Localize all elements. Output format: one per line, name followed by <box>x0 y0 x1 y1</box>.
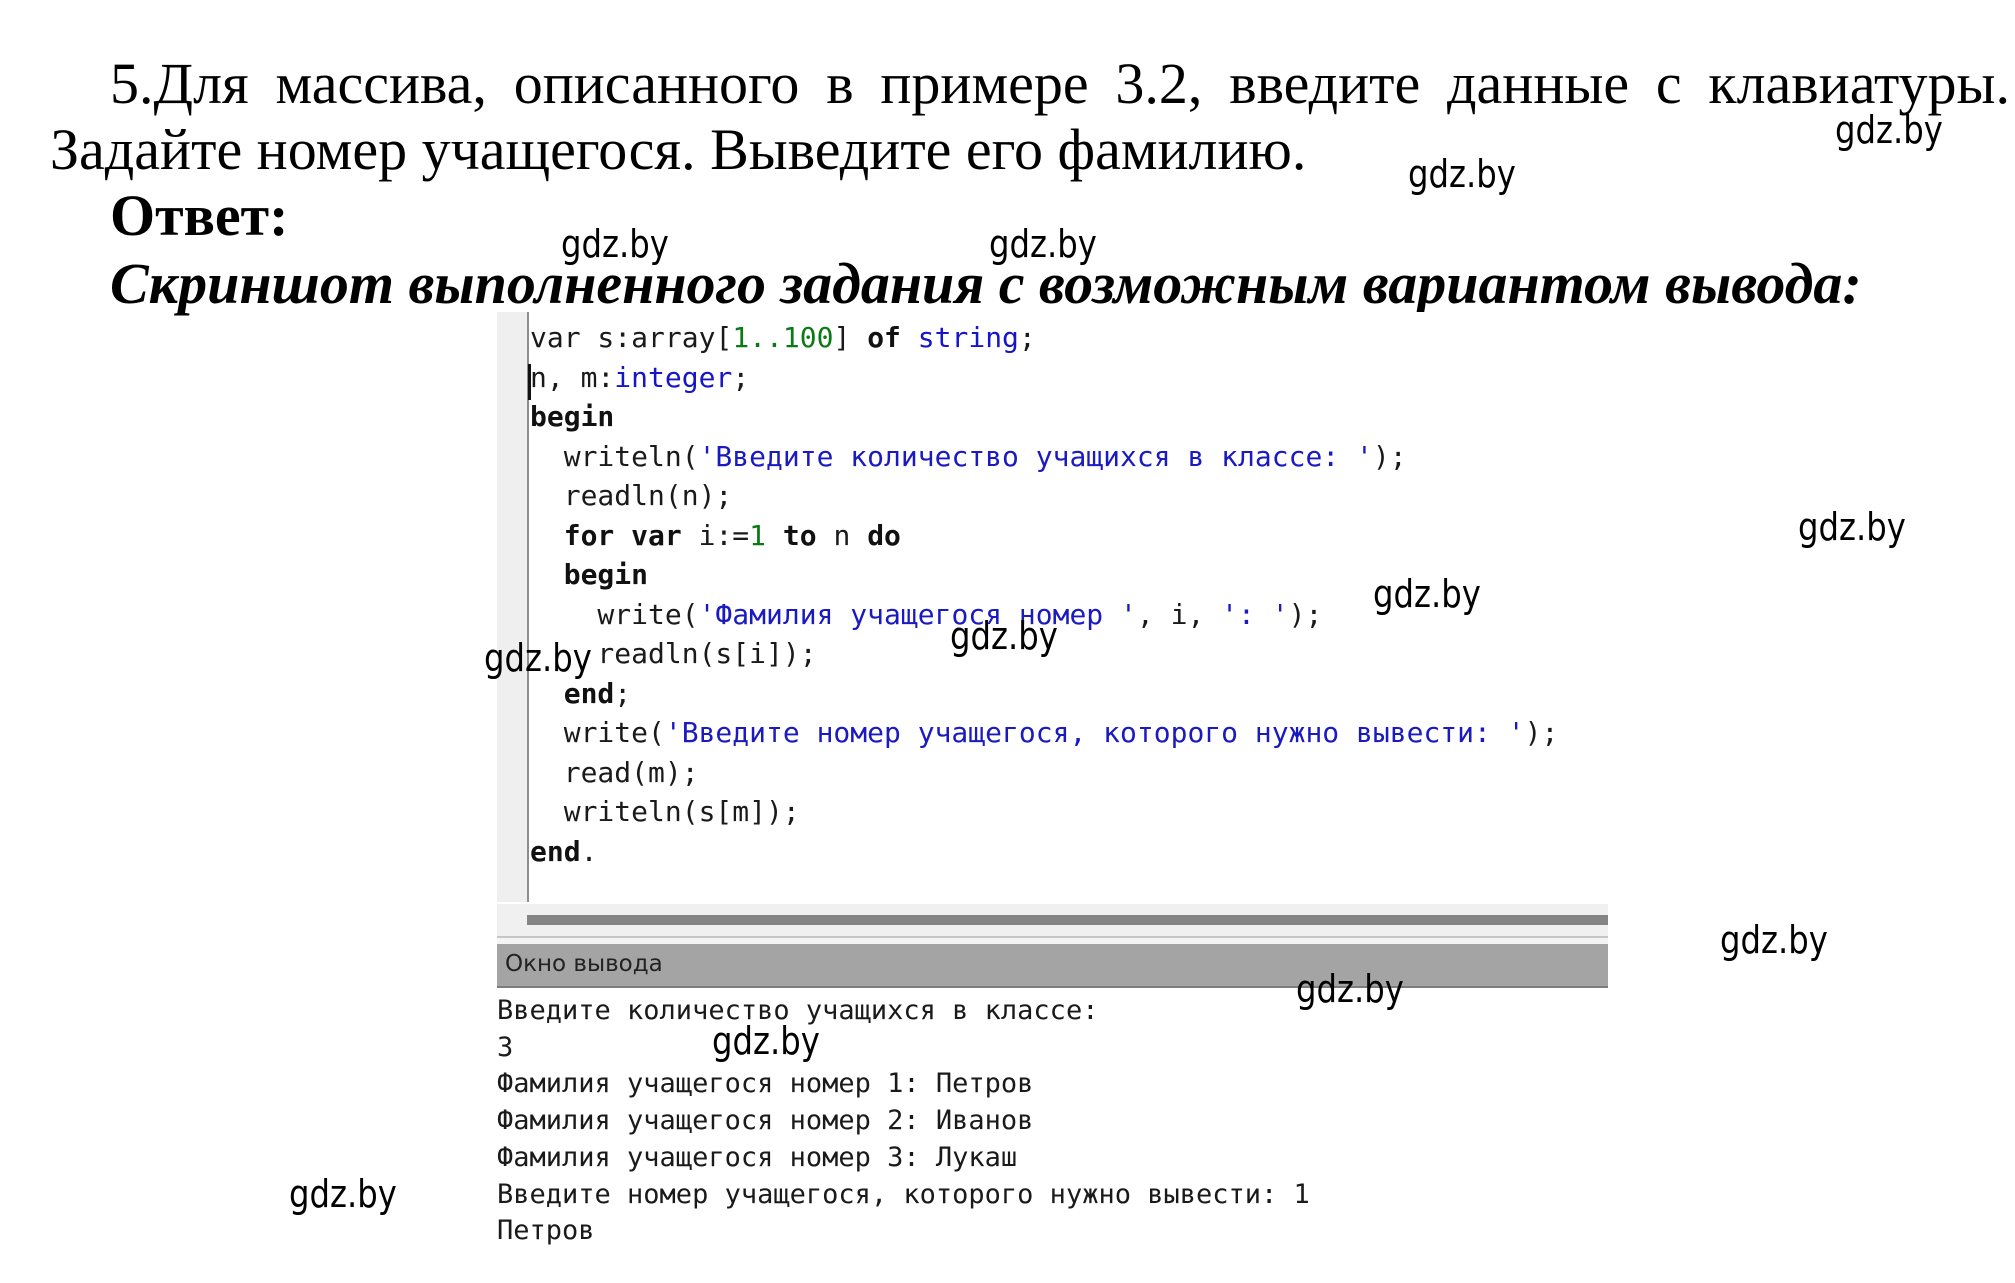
output-line: Фамилия учащегося номер 1: Петров <box>497 1068 1034 1100</box>
task-text-line-1: 5.Для массива, описанного в примере 3.2,… <box>110 51 2010 116</box>
code-token-kw: end <box>530 834 581 868</box>
code-token-plain: read(m); <box>530 755 699 789</box>
output-line: Петров <box>497 1215 595 1247</box>
code-token-plain: n, m: <box>530 360 615 394</box>
watermark: gdz.by <box>484 636 592 680</box>
code-line[interactable]: readln(n); <box>530 476 1558 516</box>
code-line[interactable]: writeln('Введите количество учащихся в к… <box>530 437 1558 477</box>
code-token-kw: to <box>782 518 817 552</box>
output-window-title: Окно вывода <box>505 951 663 977</box>
watermark: gdz.by <box>989 222 1097 266</box>
watermark: gdz.by <box>1296 967 1404 1011</box>
code-line[interactable]: writeln(s[m]); <box>530 792 1558 832</box>
watermark: gdz.by <box>1798 505 1906 549</box>
code-token-plain: writeln( <box>530 439 699 473</box>
output-line: Введите номер учащегося, которого нужно … <box>497 1178 1310 1210</box>
watermark: gdz.by <box>289 1172 397 1216</box>
code-token-num: 1 <box>749 518 767 552</box>
watermark: gdz.by <box>950 614 1058 658</box>
code-token-plain: i:= <box>681 518 750 552</box>
code-line[interactable]: begin <box>530 397 1558 437</box>
output-line: Фамилия учащегося номер 3: Лукаш <box>497 1141 1018 1173</box>
screenshot-caption: Скриншот выполненного задания с возможны… <box>110 251 1862 316</box>
code-token-plain: write( <box>530 597 699 631</box>
code-token-plain: array <box>631 321 716 354</box>
watermark: gdz.by <box>1373 572 1481 616</box>
answer-label: Ответ: <box>110 183 289 248</box>
output-window-content: Введите количество учащихся в классе: 3 Фа… <box>497 993 1310 1250</box>
code-token-plain: ] <box>833 321 868 354</box>
watermark: gdz.by <box>712 1019 820 1063</box>
code-token-kw: end <box>563 676 615 710</box>
code-line[interactable]: read(m); <box>530 753 1558 793</box>
code-token-kw: of <box>867 321 901 354</box>
code-token-plain: ); <box>1288 597 1323 631</box>
code-token-plain: ; <box>732 360 750 394</box>
task-text-line-2: Задайте номер учащегося. Выведите его фа… <box>50 117 1307 182</box>
code-line[interactable]: end; <box>530 674 1558 714</box>
code-token-kw: for <box>563 518 615 552</box>
output-line: 3 <box>497 1031 514 1063</box>
code-token-plain: ; <box>614 676 632 710</box>
code-token-kw: begin <box>530 400 615 433</box>
code-token-plain: var <box>530 321 581 354</box>
code-token-plain: writeln(s[m]); <box>530 795 800 828</box>
code-token-plain: s: <box>580 321 632 354</box>
code-token-plain: [ <box>715 321 733 354</box>
code-token-plain: write( <box>530 716 665 749</box>
code-token-kw: do <box>867 518 901 552</box>
horizontal-scrollbar[interactable] <box>497 904 1608 936</box>
editor-gutter <box>497 312 529 902</box>
code-token-plain: ); <box>1524 716 1559 749</box>
code-token-str: 'Фамилия учащегося номер ' <box>698 597 1137 631</box>
output-window-header: Окно вывода <box>497 944 1608 988</box>
output-line: Введите количество учащихся в классе: <box>497 995 1099 1026</box>
code-line[interactable]: for var i:=1 to n do <box>530 516 1558 556</box>
code-token-plain: n <box>816 518 868 552</box>
code-token-plain: , i, <box>1136 597 1222 631</box>
code-token-num: 1..100 <box>732 321 834 354</box>
code-line[interactable]: var s:array[1..100] of string; <box>530 318 1558 358</box>
code-token-str: 'Введите количество учащихся в классе: ' <box>698 439 1373 473</box>
code-line[interactable]: write('Введите номер учащегося, которого… <box>530 713 1559 753</box>
code-token-type: string <box>917 321 1019 354</box>
watermark: gdz.by <box>1720 918 1828 962</box>
code-token-plain: ); <box>1372 439 1407 473</box>
text-cursor <box>528 364 531 400</box>
code-line[interactable]: n, m:integer; <box>530 358 1558 398</box>
code-token-str: 'Введите номер учащегося, которого нужно… <box>664 716 1525 749</box>
code-token-plain: ; <box>1018 321 1036 354</box>
code-token-plain: readln(n); <box>530 479 733 512</box>
watermark: gdz.by <box>561 222 669 266</box>
code-line[interactable]: end. <box>530 832 1558 872</box>
scrollbar-thumb[interactable] <box>527 915 1608 925</box>
code-token-kw: begin <box>563 558 649 591</box>
code-token-type: integer <box>614 360 733 394</box>
watermark: gdz.by <box>1835 108 1943 152</box>
output-line: Фамилия учащегося номер 2: Иванов <box>497 1105 1034 1137</box>
code-token-kw: var <box>631 518 682 552</box>
code-token-plain: . <box>580 834 598 868</box>
watermark: gdz.by <box>1408 152 1516 196</box>
code-token-str: ': ' <box>1221 597 1289 631</box>
